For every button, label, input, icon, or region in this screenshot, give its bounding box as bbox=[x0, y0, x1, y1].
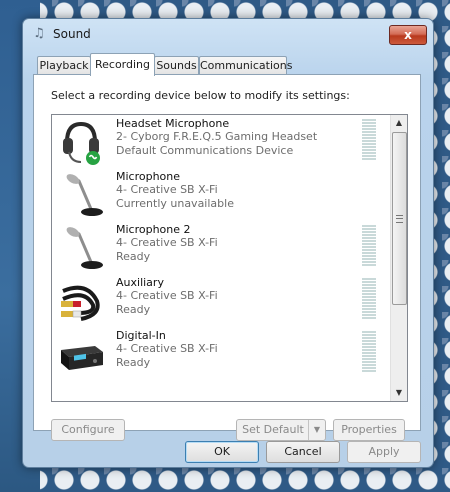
tab-playback[interactable]: Playback bbox=[37, 56, 91, 75]
device-description: 2- Cyborg F.R.E.Q.5 Gaming Headset bbox=[116, 130, 318, 143]
recording-tab-panel: Select a recording device below to modif… bbox=[33, 74, 421, 441]
level-meter bbox=[362, 331, 376, 374]
configure-button[interactable]: Configure bbox=[51, 419, 125, 441]
list-item[interactable]: Microphone 4- Creative SB X-Fi Currently… bbox=[52, 168, 390, 221]
digital-receiver-icon bbox=[61, 346, 103, 370]
tab-communications[interactable]: Communications bbox=[199, 56, 292, 75]
device-name: Microphone 2 bbox=[116, 223, 191, 236]
apply-button[interactable]: Apply bbox=[347, 441, 421, 463]
close-button[interactable]: x bbox=[389, 25, 427, 45]
level-meter bbox=[362, 225, 376, 268]
device-description: 4- Creative SB X-Fi bbox=[116, 183, 218, 196]
set-default-label: Set Default bbox=[242, 423, 304, 436]
vertical-scrollbar[interactable]: ▲ ▼ bbox=[390, 115, 407, 401]
device-status: Ready bbox=[116, 250, 151, 263]
device-list[interactable]: Headset Microphone 2- Cyborg F.R.E.Q.5 G… bbox=[51, 114, 408, 402]
tab-recording[interactable]: Recording bbox=[90, 53, 155, 76]
list-item[interactable]: Microphone 2 4- Creative SB X-Fi Ready bbox=[52, 221, 390, 274]
list-item[interactable]: Digital-In 4- Creative SB X-Fi Ready bbox=[52, 327, 390, 380]
device-status: Currently unavailable bbox=[116, 197, 234, 210]
list-item[interactable]: Auxiliary 4- Creative SB X-Fi Ready bbox=[52, 274, 390, 327]
grip-icon bbox=[396, 215, 403, 223]
device-description: 4- Creative SB X-Fi bbox=[116, 289, 218, 302]
rca-cable-icon bbox=[61, 285, 100, 321]
list-item[interactable]: Headset Microphone 2- Cyborg F.R.E.Q.5 G… bbox=[52, 115, 390, 168]
microphone-icon bbox=[66, 227, 103, 269]
set-default-split-button[interactable]: Set Default ▼ bbox=[236, 419, 326, 441]
device-name: Microphone bbox=[116, 170, 181, 183]
cancel-button[interactable]: Cancel bbox=[266, 441, 340, 463]
window-title: Sound bbox=[53, 27, 91, 41]
title-bar[interactable]: ♫ Sound x bbox=[23, 19, 433, 49]
scroll-up-arrow-icon[interactable]: ▲ bbox=[391, 115, 407, 131]
chevron-down-icon[interactable]: ▼ bbox=[308, 420, 325, 440]
instruction-text: Select a recording device below to modif… bbox=[51, 89, 350, 102]
sound-dialog: ♫ Sound x Playback Recording Sounds Comm… bbox=[22, 18, 434, 468]
properties-button[interactable]: Properties bbox=[333, 419, 405, 441]
headset-icon bbox=[63, 121, 100, 165]
device-name: Auxiliary bbox=[116, 276, 164, 289]
scroll-down-arrow-icon[interactable]: ▼ bbox=[391, 385, 407, 401]
device-status: Ready bbox=[116, 303, 151, 316]
scrollbar-thumb[interactable] bbox=[392, 132, 407, 305]
device-status: Default Communications Device bbox=[116, 144, 294, 157]
device-name: Digital-In bbox=[116, 329, 166, 342]
ok-button[interactable]: OK bbox=[185, 441, 259, 463]
speaker-icon: ♫ bbox=[33, 26, 45, 41]
microphone-icon bbox=[66, 174, 103, 216]
tab-sounds[interactable]: Sounds bbox=[154, 56, 199, 75]
level-meter bbox=[362, 278, 376, 321]
device-description: 4- Creative SB X-Fi bbox=[116, 236, 218, 249]
device-description: 4- Creative SB X-Fi bbox=[116, 342, 218, 355]
device-status: Ready bbox=[116, 356, 151, 369]
level-meter bbox=[362, 119, 376, 162]
device-name: Headset Microphone bbox=[116, 117, 230, 130]
